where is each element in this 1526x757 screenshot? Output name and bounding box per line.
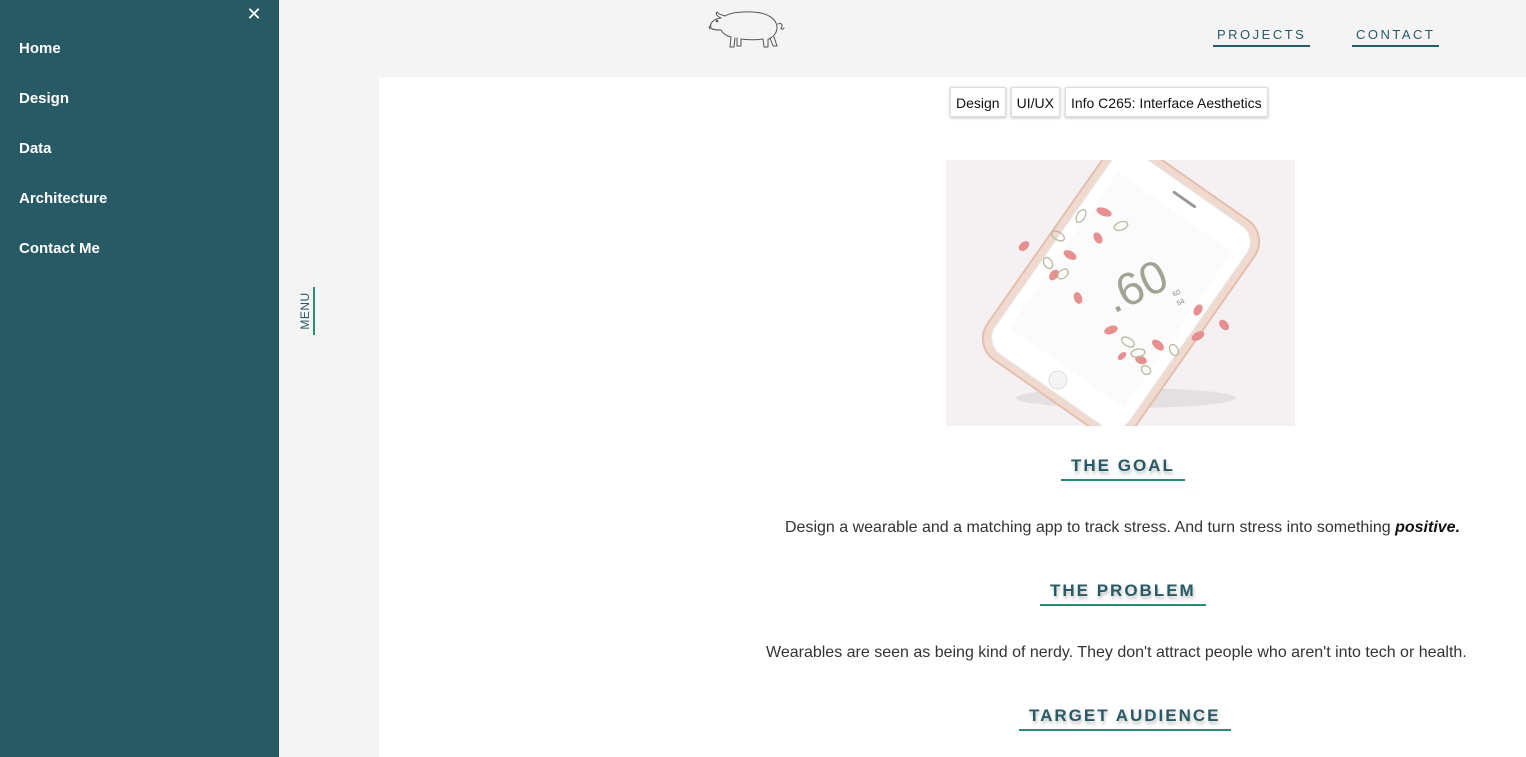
sidebar-menu: Home Design Data Architecture Contact Me [19,37,107,287]
goal-text-emphasis: positive. [1395,519,1461,536]
tag-design[interactable]: Design [950,87,1006,117]
sidebar-item-contact-me[interactable]: Contact Me [19,237,107,287]
problem-heading: THE PROBLEM [1040,581,1206,606]
sidebar-item-design[interactable]: Design [19,87,107,137]
tag-ui-ux[interactable]: UI/UX [1010,87,1060,117]
tag-info-c265[interactable]: Info C265: Interface Aesthetics [1064,87,1268,117]
tag-list: Design UI/UX Info C265: Interface Aesthe… [950,87,1268,117]
nav-projects-link[interactable]: PROJECTS [1213,25,1311,47]
sidebar-item-data[interactable]: Data [19,137,107,187]
pig-icon[interactable] [707,6,785,50]
hero-phone-image: .60 60 54 [946,141,1295,439]
goal-heading: THE GOAL [1061,456,1185,481]
nav-contact-link[interactable]: CONTACT [1352,25,1440,47]
problem-text: Wearables are seen as being kind of nerd… [766,644,1467,661]
menu-label: MENU [298,292,312,330]
sidebar-item-home[interactable]: Home [19,37,107,87]
sidebar-item-architecture[interactable]: Architecture [19,187,107,237]
sidebar: ✕ Home Design Data Architecture Contact … [0,0,279,757]
goal-text-main: Design a wearable and a matching app to … [785,519,1396,536]
target-audience-heading: TARGET AUDIENCE [1019,706,1231,731]
close-icon[interactable]: ✕ [244,3,264,25]
goal-text: Design a wearable and a matching app to … [785,519,1460,537]
menu-toggle[interactable]: MENU [293,287,315,335]
project-content: Design UI/UX Info C265: Interface Aesthe… [379,77,1526,757]
